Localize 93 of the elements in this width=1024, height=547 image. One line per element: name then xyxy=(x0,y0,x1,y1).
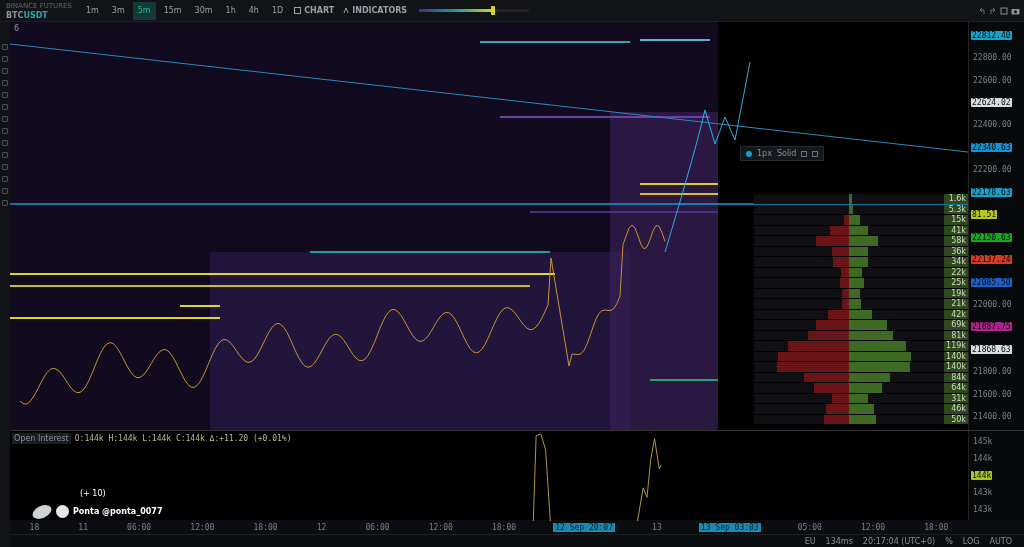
volume-label: 22k xyxy=(944,267,968,277)
price-tag: 21887.75 xyxy=(971,322,1012,332)
timeframe-button[interactable]: 30m xyxy=(189,1,218,20)
volume-label: 1.6k xyxy=(944,194,968,204)
volume-label: 42k xyxy=(944,309,968,319)
redo-icon[interactable] xyxy=(989,6,997,15)
value-label: 144k xyxy=(972,454,993,463)
region-text: EU xyxy=(804,536,816,546)
timeframe-button[interactable]: 1h xyxy=(220,1,241,20)
value-label: 143k xyxy=(972,488,993,497)
volume-label: 19k xyxy=(944,288,968,298)
price-tag: 22137.24 xyxy=(971,255,1012,265)
volume-label: 64k xyxy=(944,383,968,393)
latency-text: 134ms xyxy=(825,536,853,546)
time-label: 12 xyxy=(315,522,328,532)
price-tag: 22340.63 xyxy=(971,142,1012,152)
volume-label: 58k xyxy=(944,236,968,246)
value-tag: 144k xyxy=(971,471,993,480)
time-label: 12:00 xyxy=(189,522,216,532)
volume-label: 69k xyxy=(944,320,968,330)
volume-label: 41k xyxy=(944,225,968,235)
time-label: 06:00 xyxy=(364,522,391,532)
volume-label: 140k xyxy=(944,351,968,361)
time-label: 18 xyxy=(28,522,41,532)
line-style-text[interactable]: Solid xyxy=(776,149,797,158)
time-label: 05:00 xyxy=(796,522,823,532)
indicator-values: O:144k H:144k L:144k C:144k Δ:+11.20 (+0.01%) xyxy=(74,434,292,443)
value-label: 143k xyxy=(972,505,993,514)
volume-label: 25k xyxy=(944,278,968,288)
price-tag: 22178.63 xyxy=(971,187,1012,197)
time-label: 12:00 xyxy=(860,522,887,532)
time-label: 11 xyxy=(77,522,89,532)
clock-text: 20:17:04 (UTC+0) xyxy=(862,536,936,546)
timeframe-button[interactable]: 4h xyxy=(243,1,264,20)
price-tag: 22150.63 xyxy=(971,232,1012,242)
value-label: 145k xyxy=(972,437,993,446)
indicator-title: Open Interest xyxy=(12,433,71,444)
chart-legend: 6 xyxy=(14,24,20,33)
streamer-name: Ponta @ponta_0077 xyxy=(73,507,163,516)
indicator-icon xyxy=(343,7,350,14)
color-dot-icon[interactable] xyxy=(746,150,752,157)
price-tag: 21868.63 xyxy=(971,344,1012,354)
time-cursor-label: 13 Sep 03:03 xyxy=(698,522,761,532)
price-label: 21600.00 xyxy=(972,389,1012,399)
indicators-button[interactable]: INDICATORS xyxy=(340,1,411,20)
volume-label: 81k xyxy=(944,330,968,340)
volume-label: 46k xyxy=(944,404,968,414)
price-label: 21400.00 xyxy=(972,412,1012,422)
volume-label: 5.3k xyxy=(944,204,968,214)
time-label: 18:00 xyxy=(923,522,950,532)
timeframe-button[interactable]: 1m xyxy=(80,1,104,20)
volume-label: 31k xyxy=(944,393,968,403)
volume-label: 50k xyxy=(944,414,968,424)
price-label: 22000.00 xyxy=(972,299,1012,309)
time-cursor-label: 12 Sep 20:07 xyxy=(553,522,615,532)
timeframe-button[interactable]: 1D xyxy=(266,1,289,20)
price-tag: 22624.02 xyxy=(971,98,1012,108)
price-tag: 22085.50 xyxy=(971,277,1012,287)
price-label: 21800.00 xyxy=(972,367,1012,377)
time-label: 18:00 xyxy=(252,522,279,532)
price-label: 22800.00 xyxy=(972,53,1012,63)
avatar xyxy=(56,505,69,518)
time-label: 18:00 xyxy=(490,522,518,532)
price-tag: 81.51 xyxy=(971,210,998,220)
reward-text: (+ 10) xyxy=(80,489,106,498)
price-label: 22400.00 xyxy=(972,120,1012,130)
price-label: 22600.00 xyxy=(972,75,1012,85)
heatmap-slider[interactable] xyxy=(419,9,530,12)
camera-icon[interactable] xyxy=(1011,6,1020,15)
volume-label: 84k xyxy=(944,372,968,382)
undo-icon[interactable] xyxy=(978,6,986,15)
time-label: 13 xyxy=(651,522,663,532)
volume-label: 36k xyxy=(944,246,968,256)
volume-label: 21k xyxy=(944,299,968,309)
volume-label: 34k xyxy=(944,257,968,267)
percent-toggle[interactable]: % xyxy=(945,536,953,546)
volume-label: 15k xyxy=(944,215,968,225)
volume-label: 119k xyxy=(944,341,968,351)
chart-button[interactable]: CHART xyxy=(291,1,338,20)
line-width-text[interactable]: 1px xyxy=(757,149,772,158)
chart-icon xyxy=(294,7,302,14)
price-tag: 22812.40 xyxy=(971,30,1012,40)
timeframe-button[interactable]: 5m xyxy=(132,1,156,20)
symbol-name[interactable]: BTCUSDT xyxy=(6,10,72,20)
time-label: 12:00 xyxy=(427,522,454,532)
time-label: 06:00 xyxy=(126,522,153,532)
price-label: 22200.00 xyxy=(972,165,1012,175)
log-toggle[interactable]: LOG xyxy=(962,536,980,546)
volume-label: 140k xyxy=(944,362,968,372)
auto-toggle[interactable]: AUTO xyxy=(989,536,1012,546)
timeframe-button[interactable]: 15m xyxy=(158,1,187,20)
timeframe-button[interactable]: 3m xyxy=(106,1,130,20)
fullscreen-icon[interactable] xyxy=(1000,6,1008,15)
